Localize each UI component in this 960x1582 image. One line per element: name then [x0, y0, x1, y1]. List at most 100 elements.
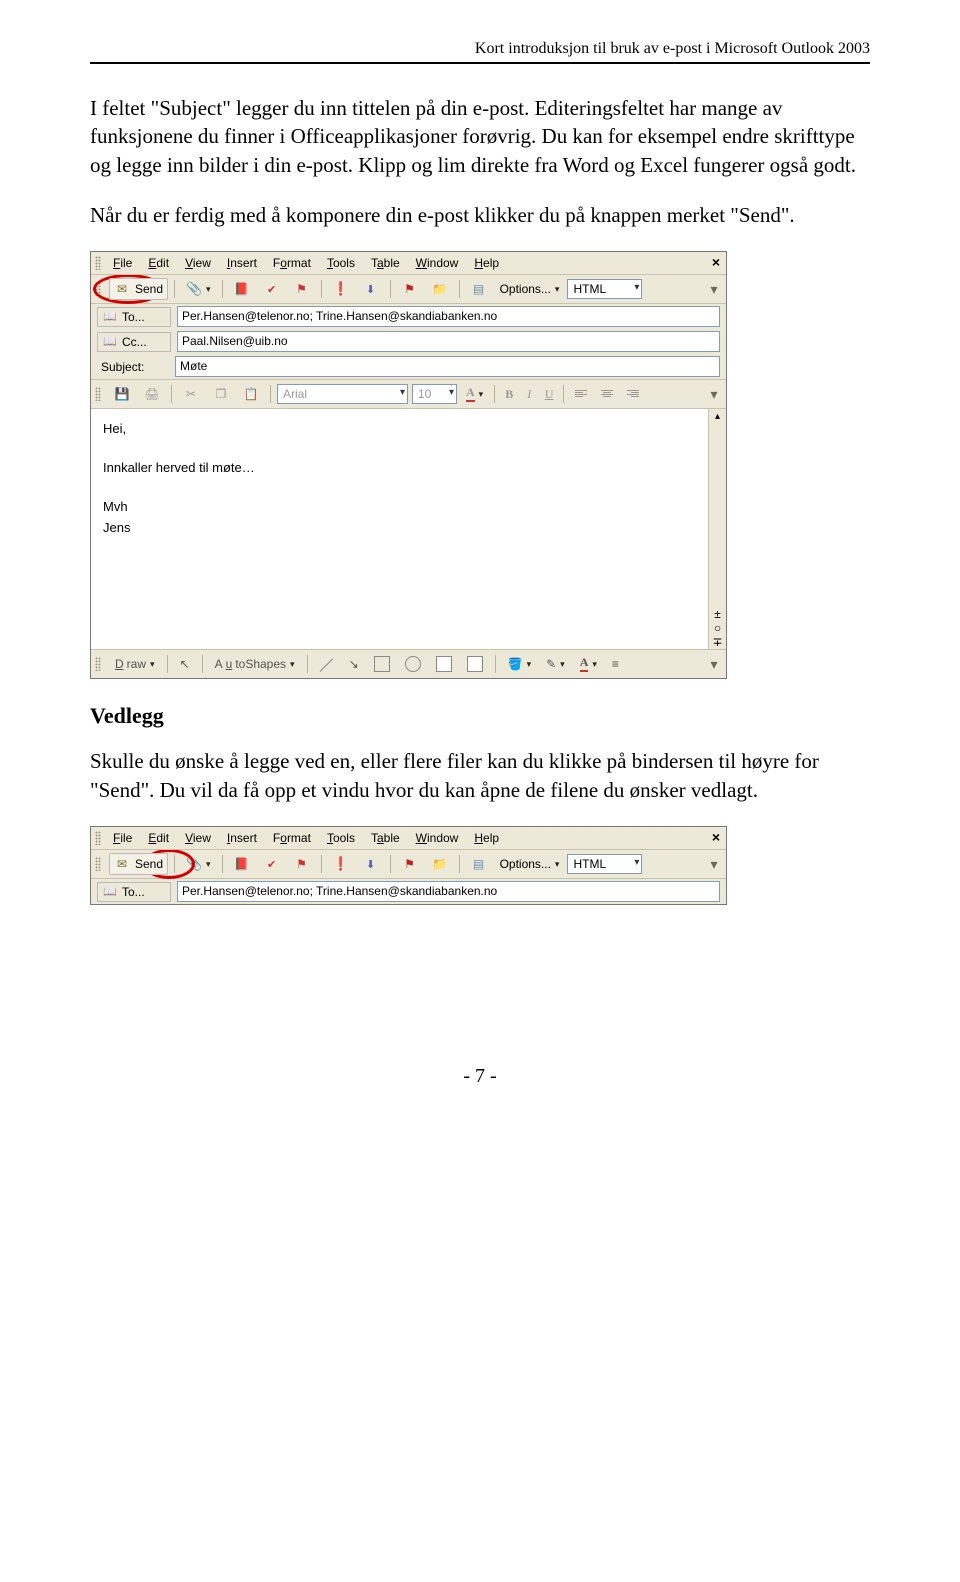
rectangle-tool[interactable]: [369, 653, 395, 675]
arrow-tool[interactable]: ↘: [344, 654, 364, 674]
address-book-button[interactable]: [229, 278, 255, 300]
attach-button[interactable]: ▾: [181, 278, 216, 300]
to-button[interactable]: To...: [97, 307, 171, 327]
importance-low-button[interactable]: [358, 853, 384, 875]
separator: [174, 280, 175, 298]
menu-view[interactable]: View: [177, 829, 219, 847]
separator: [459, 855, 460, 873]
insert-file-button[interactable]: [427, 853, 453, 875]
overflow-icon[interactable]: ▾: [706, 656, 722, 672]
menu-format[interactable]: Format: [265, 254, 319, 272]
menu-help[interactable]: Help: [466, 254, 507, 272]
select-objects-button[interactable]: ↖: [175, 654, 195, 674]
close-icon[interactable]: ×: [712, 254, 720, 270]
font-combo[interactable]: Arial: [277, 384, 408, 404]
draw-menu[interactable]: Draw ▾: [110, 654, 160, 674]
menu-help[interactable]: Help: [466, 829, 507, 847]
address-book-button[interactable]: [229, 853, 255, 875]
wordart-tool[interactable]: [462, 653, 488, 675]
close-icon[interactable]: ×: [712, 829, 720, 845]
menu-format[interactable]: Format: [265, 829, 319, 847]
fill-color-button[interactable]: 🪣▾: [503, 654, 536, 674]
importance-low-button[interactable]: [358, 278, 384, 300]
follow-up-button[interactable]: [397, 278, 423, 300]
flag-icon: [294, 856, 310, 872]
menu-window[interactable]: Window: [408, 829, 467, 847]
permission-button[interactable]: [289, 853, 315, 875]
paperclip-icon: [186, 856, 202, 872]
check-names-button[interactable]: [259, 278, 285, 300]
formatting-toolbar: Arial 10 A▾ B I U ▾: [91, 379, 726, 409]
rectangle-icon: [374, 656, 390, 672]
menu-edit[interactable]: Edit: [140, 829, 177, 847]
to-field[interactable]: Per.Hansen@telenor.no; Trine.Hansen@skan…: [177, 306, 720, 327]
body-sig: Mvh Jens: [103, 497, 696, 539]
line-color-button[interactable]: ✎▾: [541, 654, 570, 674]
grip-icon: [95, 857, 101, 871]
message-format-combo[interactable]: HTML: [567, 854, 642, 874]
insert-file-button[interactable]: [427, 278, 453, 300]
align-left-button[interactable]: [570, 386, 592, 402]
print-button[interactable]: [139, 383, 165, 405]
textbox-tool[interactable]: [431, 653, 457, 675]
permission-button[interactable]: [289, 278, 315, 300]
cut-button[interactable]: [178, 383, 204, 405]
overflow-icon[interactable]: ▾: [706, 856, 722, 872]
scroll-up-icon[interactable]: ▴: [715, 409, 720, 425]
line-tool[interactable]: [315, 654, 339, 674]
send-button[interactable]: Send: [109, 853, 168, 875]
align-center-button[interactable]: [596, 386, 618, 402]
message-format-combo[interactable]: HTML: [567, 279, 642, 299]
menu-file[interactable]: File: [105, 829, 140, 847]
menu-table[interactable]: Table: [363, 829, 408, 847]
paragraph-1: I feltet "Subject" legger du inn tittele…: [90, 94, 870, 179]
menu-view[interactable]: View: [177, 254, 219, 272]
oval-tool[interactable]: [400, 653, 426, 675]
paste-button[interactable]: [238, 383, 264, 405]
options-button[interactable]: Options... ▾: [496, 280, 564, 298]
importance-high-button[interactable]: [328, 278, 354, 300]
menu-edit[interactable]: Edit: [140, 254, 177, 272]
check-names-button[interactable]: [259, 853, 285, 875]
follow-up-button[interactable]: [397, 853, 423, 875]
options-button[interactable]: Options... ▾: [496, 855, 564, 873]
menu-insert[interactable]: Insert: [219, 829, 265, 847]
menu-table[interactable]: Table: [363, 254, 408, 272]
copy-button[interactable]: [208, 383, 234, 405]
vertical-scrollbar[interactable]: ▴ ± ○ ∓: [708, 409, 726, 649]
overflow-icon[interactable]: ▾: [706, 386, 722, 402]
font-color-button[interactable]: A▾: [461, 383, 488, 405]
font-size-combo[interactable]: 10: [412, 384, 457, 404]
send-button[interactable]: Send: [109, 278, 168, 300]
body-greeting: Hei,: [103, 419, 696, 440]
to-button[interactable]: To...: [97, 882, 171, 902]
italic-button[interactable]: I: [521, 387, 537, 402]
browse-select-icon[interactable]: ○: [714, 621, 721, 635]
autoshapes-menu[interactable]: AutoShapes ▾: [210, 654, 300, 674]
cc-field[interactable]: Paal.Nilsen@uib.no: [177, 331, 720, 352]
menu-insert[interactable]: Insert: [219, 254, 265, 272]
subject-field[interactable]: Møte: [175, 356, 720, 377]
browse-prev-icon[interactable]: ±: [714, 607, 721, 621]
menu-tools[interactable]: Tools: [319, 254, 363, 272]
message-body[interactable]: Hei, Innkaller herved til møte… Mvh Jens: [91, 409, 708, 649]
attach-button[interactable]: ▾: [181, 853, 216, 875]
importance-high-button[interactable]: [328, 853, 354, 875]
subject-label: Subject:: [97, 358, 169, 376]
overflow-icon[interactable]: ▾: [706, 281, 722, 297]
bold-button[interactable]: B: [501, 387, 517, 402]
browse-next-icon[interactable]: ∓: [712, 635, 722, 649]
underline-button[interactable]: U: [541, 387, 557, 402]
menu-tools[interactable]: Tools: [319, 829, 363, 847]
font-color-button[interactable]: A▾: [575, 653, 602, 675]
align-right-button[interactable]: [622, 386, 644, 402]
line-style-button[interactable]: ≡: [607, 654, 624, 674]
to-field[interactable]: Per.Hansen@telenor.no; Trine.Hansen@skan…: [177, 881, 720, 902]
menu-window[interactable]: Window: [408, 254, 467, 272]
flag-icon: [294, 281, 310, 297]
cc-button[interactable]: Cc...: [97, 332, 171, 352]
page-button[interactable]: [466, 853, 492, 875]
save-button[interactable]: [109, 383, 135, 405]
menu-file[interactable]: File: [105, 254, 140, 272]
page-button[interactable]: [466, 278, 492, 300]
